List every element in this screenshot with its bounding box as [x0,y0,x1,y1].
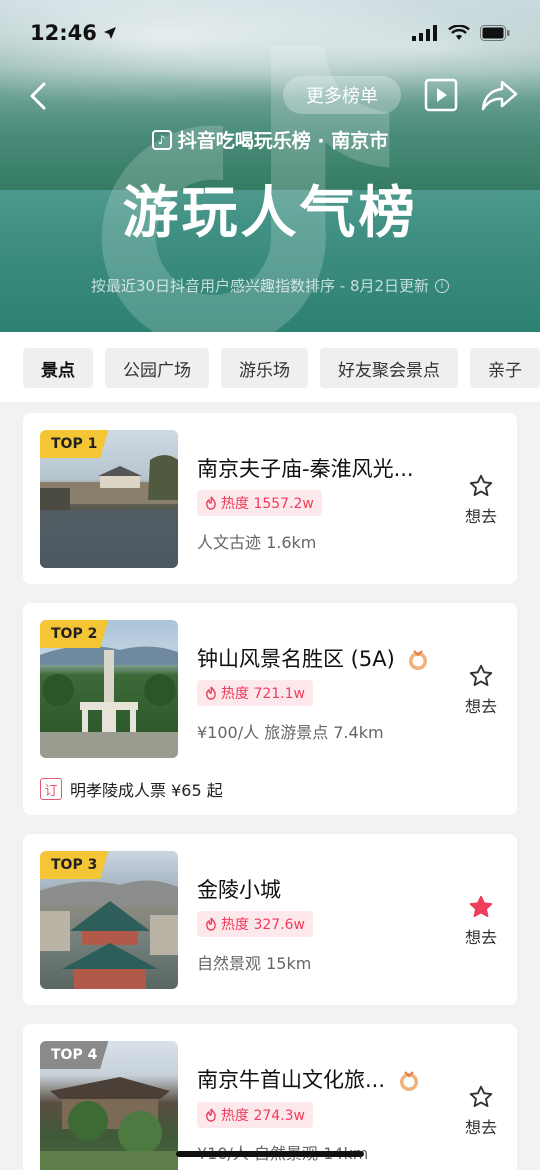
place-title[interactable]: 南京牛首山文化旅... [197,1064,420,1094]
heat-value: 热度 327.6w [221,917,305,933]
status-icons [412,25,510,41]
place-photo: TOP 1 [40,430,178,568]
ticket-offer[interactable]: 订 明孝陵成人票 ¥65 起 [40,777,223,801]
place-photo: TOP 3 [40,851,178,989]
more-rankings-button[interactable]: 更多榜单 [283,76,401,114]
ranking-card-3[interactable]: TOP 3 金陵小城 热度 327.6w 自然景观 15km 想去 [23,834,517,1005]
status-bar: 12:46 [0,0,540,66]
back-button[interactable] [20,78,56,114]
info-icon[interactable]: i [435,278,450,293]
heat-value: 热度 1557.2w [221,496,314,512]
ranking-note: 按最近30日抖音用户感兴趣指数排序 - 8月2日更新 i [0,275,540,296]
ticket-offer-text: 明孝陵成人票 ¥65 起 [70,781,223,800]
heat-value: 热度 274.3w [221,1108,305,1124]
medal-icon [409,650,428,670]
rank-badge: TOP 1 [40,430,109,458]
want-to-go-button[interactable]: 想去 [461,894,501,948]
star-outline-icon [469,664,493,687]
rank-badge: TOP 2 [40,620,109,648]
heat-value: 热度 721.1w [221,686,305,702]
place-title-text: 南京牛首山文化旅... [197,1068,386,1092]
want-to-go-label: 想去 [464,697,497,716]
place-meta: ¥100/人 旅游景点 7.4km [197,723,384,742]
share-icon[interactable] [480,78,518,112]
place-photo: TOP 2 [40,620,178,758]
chevron-left-icon [30,82,46,110]
subtitle-text: 抖音吃喝玩乐榜 · 南京市 [177,130,389,152]
want-to-go-label: 想去 [464,928,497,947]
place-title[interactable]: 金陵小城 [197,874,281,904]
location-arrow-icon [103,27,116,39]
battery-icon [480,25,510,41]
star-outline-icon [469,1085,493,1108]
ranking-subtitle: ♪ 抖音吃喝玩乐榜 · 南京市 [0,126,540,153]
heat-badge: 热度 327.6w [197,911,313,937]
place-title[interactable]: 南京夫子庙-秦淮风光... [197,453,414,483]
star-filled-icon [469,895,493,918]
star-outline-icon [469,474,493,497]
flame-icon [206,686,216,700]
douyin-logo-icon: ♪ [151,129,172,150]
want-to-go-button[interactable]: 想去 [461,1084,501,1138]
rank-badge: TOP 4 [40,1041,109,1069]
place-title-text: 钟山风景名胜区 (5A) [197,647,395,671]
status-time: 12:46 [30,21,97,45]
heat-badge: 热度 274.3w [197,1102,313,1128]
tab-friends-gathering[interactable]: 好友聚会景点 [320,348,458,388]
play-video-icon[interactable] [424,78,458,112]
place-photo: TOP 4 [40,1041,178,1170]
home-indicator[interactable] [176,1151,364,1157]
page-title: 游玩人气榜 [122,181,418,246]
wifi-icon [448,25,470,40]
tab-scenic-spots[interactable]: 景点 [23,348,93,388]
ranking-card-2[interactable]: TOP 2 钟山风景名胜区 (5A) 热度 721.1w ¥100/人 旅游景点… [23,603,517,815]
tab-family[interactable]: 亲子 [470,348,540,388]
medal-icon [399,1071,418,1091]
rank-badge: TOP 3 [40,851,109,879]
heat-badge: 热度 721.1w [197,680,313,706]
ranking-card-1[interactable]: TOP 1 南京夫子庙-秦淮风光... 热度 1557.2w 人文古迹 1.6k… [23,413,517,584]
place-meta: 自然景观 15km [197,954,312,973]
hero-banner: 12:46 更多榜单 ♪ 抖音吃喝玩乐榜 · 南京市 游玩人气榜 按最近30日抖… [0,0,540,332]
want-to-go-label: 想去 [464,507,497,526]
want-to-go-button[interactable]: 想去 [461,473,501,527]
signal-icon [412,25,437,41]
flame-icon [206,496,216,510]
heat-badge: 热度 1557.2w [197,490,322,516]
want-to-go-button[interactable]: 想去 [461,663,501,717]
tab-parks-squares[interactable]: 公园广场 [105,348,209,388]
ranking-card-4[interactable]: TOP 4 南京牛首山文化旅... 热度 274.3w ¥10/人 自然景观 1… [23,1024,517,1170]
tab-amusement-parks[interactable]: 游乐场 [221,348,308,388]
place-meta: 人文古迹 1.6km [197,533,317,552]
flame-icon [206,917,216,931]
booking-tag-icon: 订 [40,778,62,800]
ranking-note-text: 按最近30日抖音用户感兴趣指数排序 - 8月2日更新 [90,277,430,295]
category-tabs: 景点 公园广场 游乐场 好友聚会景点 亲子 [0,332,540,402]
place-title[interactable]: 钟山风景名胜区 (5A) [197,643,429,673]
want-to-go-label: 想去 [464,1118,497,1137]
flame-icon [206,1108,216,1122]
